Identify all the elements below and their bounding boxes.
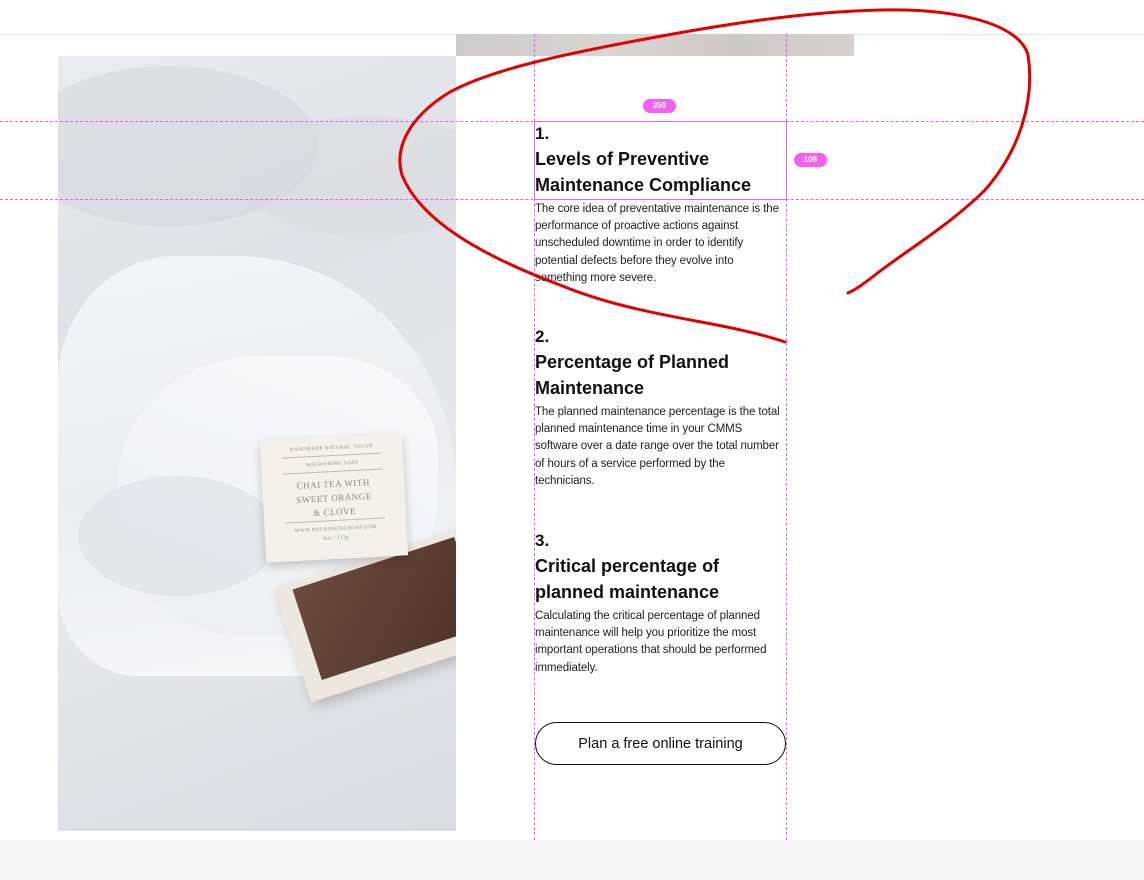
soap-box-label: HANDMADE NATURAL VEGAN NOURISHING SOAP C… bbox=[259, 433, 409, 563]
section-number: 1. bbox=[535, 124, 550, 143]
plan-training-button[interactable]: Plan a free online training bbox=[535, 722, 786, 765]
section-1: 1. Levels of Preventive Maintenance Comp… bbox=[535, 122, 787, 287]
section-number: 2. bbox=[535, 327, 550, 346]
page: HANDMADE NATURAL VEGAN NOURISHING SOAP C… bbox=[0, 0, 1144, 880]
soap-box-line: & CLOVE bbox=[313, 505, 357, 519]
crumpled-paper-fold bbox=[78, 476, 278, 596]
section-body: Calculating the critical percentage of p… bbox=[535, 610, 767, 674]
soap-box-line: SWEET ORANGE bbox=[295, 491, 373, 505]
section-title: Levels of Preventive bbox=[535, 149, 710, 169]
section-2: 2. Percentage of Planned Maintenance The… bbox=[535, 325, 787, 490]
soap-box-line: WWW.NOURISHINGSOAP.COM bbox=[294, 524, 377, 535]
section-title: Maintenance bbox=[535, 378, 645, 398]
section-title: Maintenance Compliance bbox=[535, 175, 752, 195]
product-photo: HANDMADE NATURAL VEGAN NOURISHING SOAP C… bbox=[58, 56, 456, 831]
soap-box-line: NOURISHING SOAP bbox=[305, 460, 359, 469]
section-body: The planned maintenance percentage is th… bbox=[535, 406, 780, 487]
soap-box-line: CHAI TEA WITH bbox=[296, 477, 371, 491]
section-title: Critical percentage of bbox=[535, 556, 720, 576]
section-title: planned maintenance bbox=[535, 582, 720, 602]
section-3: 3. Critical percentage of planned mainte… bbox=[535, 529, 787, 677]
footer bbox=[0, 840, 1144, 880]
soap-box-rule bbox=[282, 468, 383, 475]
section-number: 3. bbox=[535, 531, 550, 550]
section-body: The core idea of preventative maintenanc… bbox=[535, 203, 779, 284]
soap-box-line: 4oz / 113g bbox=[323, 535, 350, 542]
soap-box-rule bbox=[285, 517, 386, 524]
section-title: Percentage of Planned bbox=[535, 352, 730, 372]
height-measure-badge: 108 bbox=[794, 153, 827, 167]
width-measure-badge: 350 bbox=[643, 99, 676, 113]
top-image-strip bbox=[456, 34, 854, 56]
